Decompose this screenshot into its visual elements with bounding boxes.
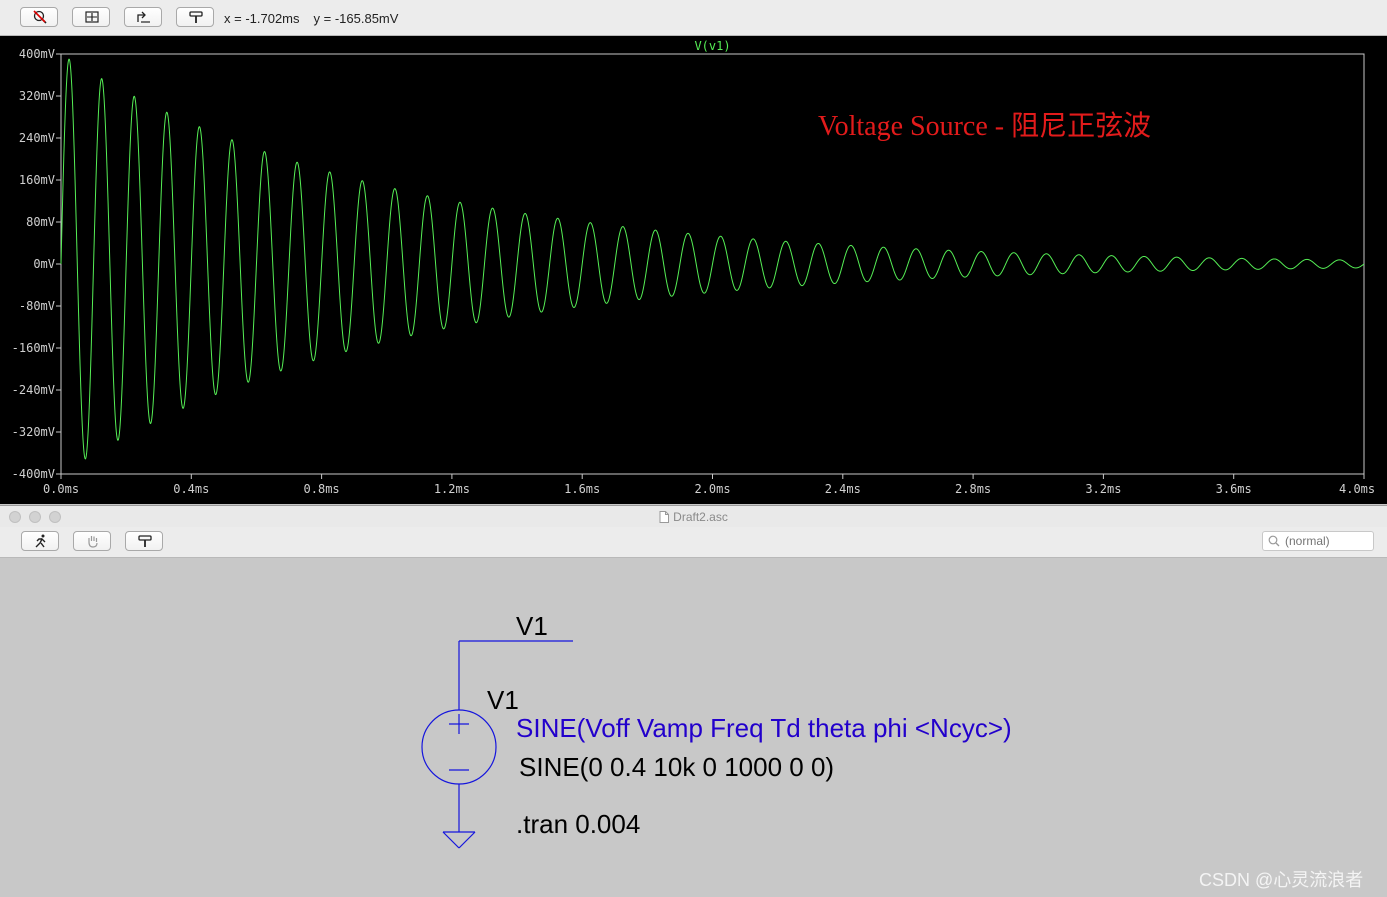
search-field[interactable] [1262,531,1374,551]
y-tick-label: 400mV [19,47,55,61]
x-tick-label: 2.0ms [694,482,730,496]
trace-v-v1[interactable] [60,58,1365,460]
y-tick-label: -240mV [12,383,55,397]
x-tick-label: 2.4ms [825,482,861,496]
run-icon [35,534,46,548]
cursor-x-readout: x = -1.702ms [224,11,300,26]
y-tick-label: -320mV [12,425,55,439]
pan-button[interactable] [73,531,111,551]
zoom-cancel-button[interactable] [20,7,58,27]
waveform-toolbar: x = -1.702ms y = -165.85mV [0,0,1387,36]
y-tick-label: 160mV [19,173,55,187]
x-tick-label: 4.0ms [1339,482,1375,496]
x-tick-label: 0.4ms [173,482,209,496]
zoom-back-icon [137,11,150,23]
trace-title[interactable]: V(v1) [694,39,730,53]
x-tick-label: 2.8ms [955,482,991,496]
y-tick-label: 80mV [26,215,55,229]
x-tick-label: 0.0ms [43,482,79,496]
search-icon [1268,535,1280,547]
autorange-icon [85,11,99,23]
x-tick-label: 3.2ms [1085,482,1121,496]
probe-button-schematic[interactable] [125,531,163,551]
sine-value[interactable]: SINE(0 0.4 10k 0 1000 0 0) [519,752,834,782]
sine-syntax-hint: SINE(Voff Vamp Freq Td theta phi <Ncyc>) [516,713,1012,743]
probe-icon [189,11,203,23]
run-button[interactable] [21,531,59,551]
probe-button[interactable] [176,7,214,27]
cursor-readout: x = -1.702ms y = -165.85mV [224,11,412,26]
search-input[interactable] [1285,533,1369,549]
schematic-canvas[interactable]: V1 V1 SINE(Voff Vamp Freq Td theta phi <… [0,558,1387,897]
x-tick-label: 1.2ms [434,482,470,496]
net-label[interactable]: V1 [516,611,548,641]
y-tick-label: 240mV [19,131,55,145]
cursor-y-readout: y = -165.85mV [313,11,399,26]
x-tick-label: 1.6ms [564,482,600,496]
zoom-cancel-icon [33,10,47,24]
autorange-button[interactable] [72,7,110,27]
waveform-chart[interactable]: 400mV 320mV 240mV 160mV 80mV 0mV -80mV -160mV -2… [0,36,1387,504]
schematic-toolbar [0,527,1387,558]
y-tick-label: -400mV [12,467,55,481]
x-tick-label: 0.8ms [304,482,340,496]
y-tick-label: 0mV [33,257,55,271]
hand-icon [88,536,98,548]
document-icon [659,511,670,523]
window-title-text: Draft2.asc [673,510,728,524]
annotation-text: Voltage Source - 阻尼正弦波 [818,110,1151,142]
x-tick-label: 3.6ms [1216,482,1252,496]
voltage-source-symbol[interactable] [421,709,497,832]
window-title: Draft2.asc [0,510,1387,524]
y-tick-label: -160mV [12,341,55,355]
schematic-title-bar: Draft2.asc [0,505,1387,527]
tran-directive[interactable]: .tran 0.004 [516,809,640,839]
zoom-back-button[interactable] [124,7,162,27]
ground-icon[interactable] [442,831,476,849]
y-tick-label: 320mV [19,89,55,103]
probe-icon [138,535,152,547]
component-name[interactable]: V1 [487,685,519,715]
y-tick-label: -80mV [19,299,55,313]
watermark: CSDN @心灵流浪者 [1199,870,1364,890]
waveform-plot-pane[interactable]: 400mV 320mV 240mV 160mV 80mV 0mV -80mV -160mV -2… [0,36,1387,504]
